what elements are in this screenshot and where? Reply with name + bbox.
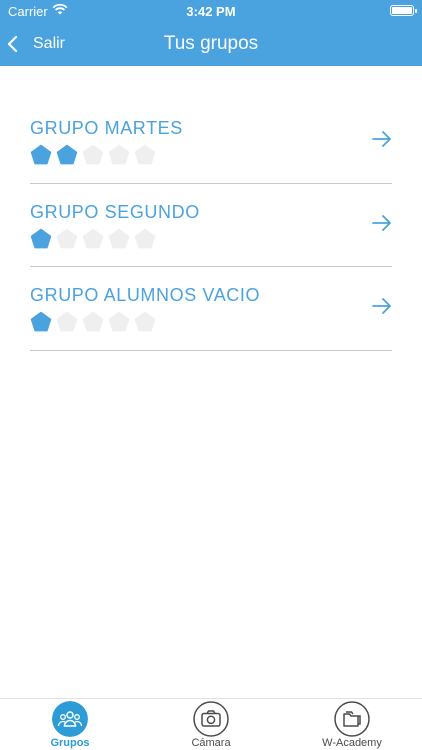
group-level (30, 311, 156, 333)
level-pentagon-empty-icon (82, 311, 104, 332)
arrow-right-icon[interactable] (372, 214, 392, 232)
group-name: GRUPO ALUMNOS VACIO (30, 285, 261, 305)
level-pentagon-empty-icon (82, 228, 104, 248)
group-name: GRUPO SEGUNDO (30, 201, 200, 222)
tab-w-academy[interactable]: W-Academy (282, 699, 422, 750)
level-pentagon-empty-icon (134, 228, 156, 248)
level-pentagon-filled-icon (56, 144, 78, 165)
header-bar: Carrier 3:42 PM Salir Tus grupos (0, 0, 422, 66)
arrow-right-icon[interactable] (372, 297, 392, 315)
level-pentagon-filled-icon (30, 144, 52, 165)
camera-icon (193, 701, 229, 737)
status-bar: Carrier 3:42 PM (0, 0, 422, 22)
level-pentagon-empty-icon (56, 228, 78, 248)
folder-icon (334, 701, 370, 737)
group-row[interactable]: GRUPO MARTES (30, 100, 392, 184)
group-name: GRUPO MARTES (30, 118, 183, 138)
tab-label: Grupos (50, 737, 90, 749)
level-pentagon-filled-icon (30, 228, 52, 248)
tab-camara[interactable]: Cámara (141, 699, 281, 750)
tab-label: W-Academy (322, 737, 382, 749)
page-title: Tus grupos (163, 33, 259, 54)
tab-label: Cámara (191, 737, 231, 749)
group-list: GRUPO MARTES GRUPO SEGUNDO GRUPO ALUMNOS… (30, 100, 392, 351)
level-pentagon-empty-icon (134, 311, 156, 332)
battery-icon (390, 5, 417, 16)
tab-bar: Grupos Cámara W-Academy (0, 698, 422, 750)
level-pentagon-empty-icon (108, 144, 130, 165)
level-pentagon-filled-icon (30, 311, 52, 332)
level-pentagon-empty-icon (134, 144, 156, 165)
group-row[interactable]: GRUPO ALUMNOS VACIO (30, 267, 392, 351)
group-row[interactable]: GRUPO SEGUNDO (30, 184, 392, 267)
status-time: 3:42 PM (186, 4, 236, 19)
level-pentagon-empty-icon (56, 311, 78, 332)
tab-grupos[interactable]: Grupos (0, 699, 140, 750)
level-pentagon-empty-icon (108, 228, 130, 248)
group-level (30, 228, 156, 250)
level-pentagon-empty-icon (108, 311, 130, 332)
groups-icon (52, 701, 88, 737)
group-level (30, 144, 156, 166)
arrow-right-icon[interactable] (372, 130, 392, 148)
level-pentagon-empty-icon (82, 144, 104, 165)
